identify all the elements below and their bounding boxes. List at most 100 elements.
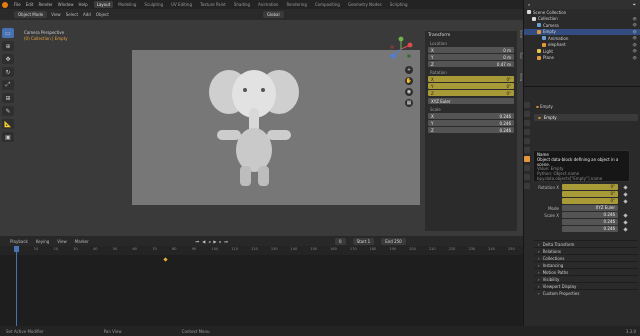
zoom-icon[interactable]: + <box>405 66 413 74</box>
rotation-y-field[interactable]: Y 0° <box>428 83 514 89</box>
tab-rendering[interactable]: Rendering <box>283 1 309 8</box>
menu-window[interactable]: Window <box>58 2 74 7</box>
section-motion-paths[interactable]: › Motion Paths <box>534 268 638 275</box>
navigation-gizmo[interactable] <box>388 36 414 62</box>
keyframe-dot-icon[interactable] <box>623 212 628 218</box>
menu-help[interactable]: Help <box>78 2 87 7</box>
tab-geometry-nodes[interactable]: Geometry Nodes <box>345 1 385 8</box>
keyframe-dot-icon[interactable] <box>623 219 628 225</box>
keyframe-dot-icon[interactable] <box>623 184 628 190</box>
current-frame-field[interactable]: 0 <box>335 237 346 245</box>
location-x-field[interactable]: X 0 m <box>428 47 514 53</box>
visibility-eye-icon[interactable]: 👁 <box>633 17 637 21</box>
mode-row-field[interactable]: XYZ Euler <box>562 205 618 211</box>
outliner-row[interactable]: Plane 👁 <box>524 55 640 62</box>
visibility-eye-icon[interactable]: 👁 <box>633 56 637 60</box>
scale-y-field[interactable]: Y 0.246 <box>428 120 514 126</box>
add-cube-icon[interactable]: ▣ <box>2 132 14 142</box>
world-tab-icon[interactable] <box>524 147 530 153</box>
perspective-grid-icon[interactable]: ▦ <box>405 99 413 107</box>
jump-end-icon[interactable]: ⏭ <box>224 239 228 244</box>
timeline-menu-keying[interactable]: Keying <box>36 239 49 244</box>
scale-icon[interactable]: ⤢ <box>2 80 14 90</box>
tab-scripting[interactable]: Scripting <box>387 1 411 8</box>
rotation-row-field[interactable]: 0° <box>562 191 618 197</box>
visibility-eye-icon[interactable]: 👁 <box>633 30 637 34</box>
transform-icon[interactable]: ⊞ <box>2 93 14 103</box>
object-tab-icon[interactable] <box>524 156 530 162</box>
section-viewport-display[interactable]: › Viewport Display <box>534 282 638 289</box>
tab-texture-paint[interactable]: Texture Paint <box>197 1 229 8</box>
mode-selector[interactable]: Object Mode <box>14 11 48 18</box>
keyframe-dot-icon[interactable] <box>623 198 628 204</box>
pan-hand-icon[interactable]: ✋ <box>405 77 413 85</box>
transform-header[interactable]: Transform <box>428 33 514 38</box>
scale-row-field[interactable]: 0.246 <box>562 226 618 232</box>
outliner-filter-icon[interactable]: ⏷ <box>633 2 636 7</box>
rotate-icon[interactable]: ↻ <box>2 67 14 77</box>
step-forward-icon[interactable]: ▸ <box>219 239 221 244</box>
start-frame-field[interactable]: Start 1 <box>352 237 375 245</box>
object-name-field[interactable]: ▪ Empty <box>534 114 638 121</box>
data-tab-icon[interactable] <box>524 183 530 189</box>
viewport-menu-object[interactable]: Object <box>96 12 109 17</box>
move-icon[interactable]: ✥ <box>2 54 14 64</box>
playhead[interactable] <box>13 246 19 326</box>
visibility-eye-icon[interactable]: 👁 <box>633 36 637 40</box>
scale-row-field[interactable]: 0.246 <box>562 219 618 225</box>
tab-layout[interactable]: Layout <box>93 1 114 8</box>
jump-start-icon[interactable]: ⏮ <box>196 239 200 244</box>
timeline-ruler[interactable]: 0102030405060708090100110120130140150160… <box>0 246 523 255</box>
constraints-tab-icon[interactable] <box>524 174 530 180</box>
tab-modeling[interactable]: Modeling <box>115 1 139 8</box>
section-collections[interactable]: › Collections <box>534 254 638 261</box>
rotation-x-field[interactable]: X 0° <box>428 76 514 82</box>
rotation-row-field[interactable]: 0° <box>562 198 618 204</box>
tab-shading[interactable]: Shading <box>231 1 253 8</box>
camera-view-icon[interactable]: ◉ <box>405 88 413 96</box>
keyframe-dot-icon[interactable] <box>623 191 628 197</box>
tab-animation[interactable]: Animation <box>255 1 281 8</box>
view-layer-tab-icon[interactable] <box>524 129 530 135</box>
tool-tab-icon[interactable] <box>524 102 530 108</box>
visibility-eye-icon[interactable]: 👁 <box>633 43 637 47</box>
tab-uv-editing[interactable]: UV Editing <box>168 1 195 8</box>
output-tab-icon[interactable] <box>524 120 530 126</box>
tab-compositing[interactable]: Compositing <box>312 1 343 8</box>
visibility-eye-icon[interactable]: 👁 <box>633 49 637 53</box>
timeline-menu-marker[interactable]: Marker <box>75 239 89 244</box>
keyframe-dot-icon[interactable] <box>623 226 628 232</box>
menu-file[interactable]: File <box>14 2 21 7</box>
location-y-field[interactable]: Y 0 m <box>428 54 514 60</box>
render-tab-icon[interactable] <box>524 111 530 117</box>
viewport-menu-view[interactable]: View <box>51 12 61 17</box>
cursor-icon[interactable]: ⊕ <box>2 41 14 51</box>
measure-icon[interactable]: 📐 <box>2 119 14 129</box>
blender-logo-icon[interactable] <box>2 1 8 8</box>
step-back-icon[interactable]: ◀ <box>202 239 205 244</box>
section-visibility[interactable]: › Visibility <box>534 275 638 282</box>
outliner-search-icon[interactable]: ⌕ <box>528 2 530 7</box>
end-frame-field[interactable]: End 250 <box>381 237 406 245</box>
rotation-z-field[interactable]: Z 0° <box>428 90 514 96</box>
rotation-row-field[interactable]: 0° <box>562 184 618 190</box>
visibility-eye-icon[interactable]: 👁 <box>633 23 637 27</box>
tab-sculpting[interactable]: Sculpting <box>141 1 166 8</box>
viewport-menu-add[interactable]: Add <box>83 12 91 17</box>
scale-x-field[interactable]: X 0.246 <box>428 113 514 119</box>
timeline-menu-view[interactable]: View <box>57 239 67 244</box>
select-box-icon[interactable]: ▭ <box>2 28 14 38</box>
scale-row-field[interactable]: 0.246 <box>562 212 618 218</box>
timeline-menu-playback[interactable]: Playback <box>10 239 28 244</box>
rotation-mode-dropdown[interactable]: XYZ Euler <box>428 98 514 104</box>
section-instancing[interactable]: › Instancing <box>534 261 638 268</box>
play-reverse-icon[interactable]: ◂ <box>208 239 210 244</box>
section-custom-properties[interactable]: › Custom Properties <box>534 289 638 296</box>
section-relations[interactable]: › Relations <box>534 247 638 254</box>
transform-orientation[interactable]: Global <box>262 11 284 18</box>
location-z-field[interactable]: Z 0.47 m <box>428 61 514 67</box>
annotate-icon[interactable]: ✎ <box>2 106 14 116</box>
physics-tab-icon[interactable] <box>524 165 530 171</box>
menu-edit[interactable]: Edit <box>26 2 34 7</box>
play-icon[interactable]: ▶ <box>213 239 216 244</box>
